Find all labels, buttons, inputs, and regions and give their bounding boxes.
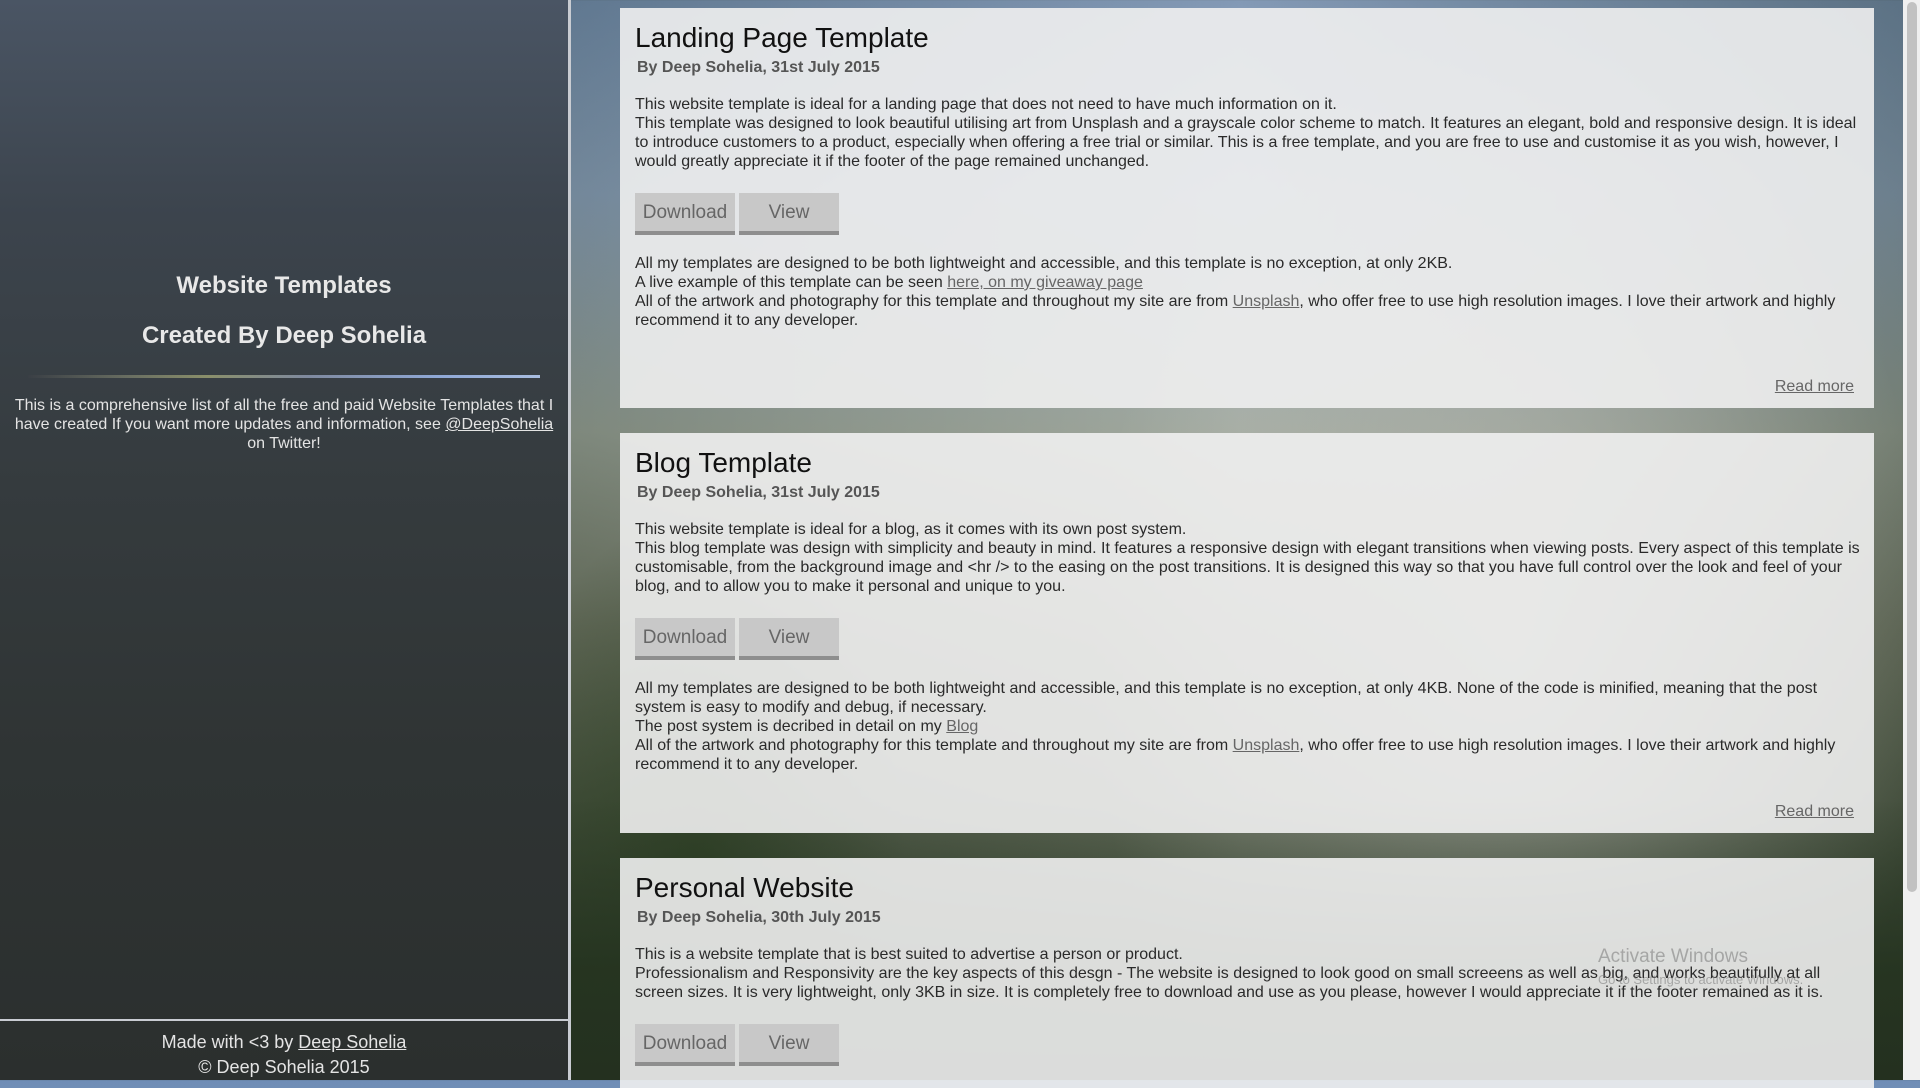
site-subtitle: Created By Deep Sohelia	[141, 322, 427, 349]
card-title: Personal Website	[635, 872, 854, 903]
intro-tail: on Twitter!	[247, 435, 321, 452]
view-button[interactable]: View	[739, 618, 839, 660]
description-body: This template was designed to look beaut…	[635, 115, 1857, 170]
sidebar: Website Templates Created By Deep Soheli…	[0, 0, 571, 1080]
description-line: This website template is ideal for a blo…	[635, 521, 1187, 538]
card-buttons: Download View	[635, 1024, 1860, 1066]
artwork-text: All of the artwork and photography for t…	[635, 737, 1229, 754]
card-description: This website template is ideal for a lan…	[635, 95, 1860, 171]
read-more-link[interactable]: Read more	[1775, 803, 1854, 821]
extra-artwork-note: All of the artwork and photography for t…	[635, 736, 1860, 774]
card-buttons: Download View	[635, 193, 1860, 235]
extra-blog-note: The post system is decribed in detail on…	[635, 717, 1860, 736]
scrollbar-thumb[interactable]	[1907, 2, 1917, 892]
activate-windows-watermark: Activate Windows Go to Settings to activ…	[1598, 946, 1803, 987]
unsplash-link[interactable]: Unsplash	[1233, 737, 1300, 754]
description-body: This blog template was design with simpl…	[635, 540, 1860, 595]
sidebar-intro: This is a comprehensive list of all the …	[0, 396, 568, 453]
watermark-title: Activate Windows	[1598, 946, 1748, 967]
card-byline: By Deep Sohelia, 30th July 2015	[637, 909, 881, 926]
unsplash-link[interactable]: Unsplash	[1233, 293, 1300, 310]
site-title: Website Templates	[176, 272, 392, 299]
sidebar-divider	[28, 375, 540, 378]
sidebar-footer: Made with <3 by Deep Sohelia © Deep Sohe…	[0, 1019, 568, 1080]
view-button[interactable]: View	[739, 1024, 839, 1066]
download-button[interactable]: Download	[635, 1024, 735, 1066]
download-button[interactable]: Download	[635, 193, 735, 235]
template-card-blog: Blog Template By Deep Sohelia, 31st July…	[620, 433, 1874, 833]
artwork-text: All of the artwork and photography for t…	[635, 293, 1229, 310]
watermark-subtitle: Go to Settings to activate Windows.	[1598, 972, 1804, 987]
footer-made-with: Made with <3 by	[161, 1032, 294, 1052]
card-byline: By Deep Sohelia, 31st July 2015	[637, 484, 880, 501]
download-button[interactable]: Download	[635, 618, 735, 660]
card-byline: By Deep Sohelia, 31st July 2015	[637, 59, 880, 76]
extra-live-text: A live example of this template can be s…	[635, 274, 943, 291]
extra-size-note: All my templates are designed to be both…	[635, 680, 1818, 716]
blog-link[interactable]: Blog	[946, 718, 978, 735]
extra-artwork-note: All of the artwork and photography for t…	[635, 292, 1860, 330]
card-buttons: Download View	[635, 618, 1860, 660]
twitter-link[interactable]: @DeepSohelia	[445, 416, 553, 433]
sidebar-header: Website Templates Created By Deep Soheli…	[0, 272, 568, 350]
card-extra: All my templates are designed to be both…	[635, 254, 1860, 330]
extra-live-example: A live example of this template can be s…	[635, 273, 1860, 292]
extra-blog-text: The post system is decribed in detail on…	[635, 718, 942, 735]
card-title: Blog Template	[635, 447, 812, 478]
card-title: Landing Page Template	[635, 22, 929, 53]
view-button[interactable]: View	[739, 193, 839, 235]
footer-copyright: © Deep Sohelia 2015	[198, 1057, 370, 1077]
page-scrollbar[interactable]	[1903, 0, 1920, 1080]
template-card-landing: Landing Page Template By Deep Sohelia, 3…	[620, 8, 1874, 408]
giveaway-link[interactable]: here, on my giveaway page	[947, 274, 1143, 291]
description-line: This website template is ideal for a lan…	[635, 96, 1337, 113]
read-more-link[interactable]: Read more	[1775, 378, 1854, 396]
card-extra: All my templates are designed to be both…	[635, 679, 1860, 774]
extra-size-note: All my templates are designed to be both…	[635, 255, 1453, 272]
footer-author-link[interactable]: Deep Sohelia	[298, 1032, 406, 1052]
card-description: This website template is ideal for a blo…	[635, 520, 1860, 596]
